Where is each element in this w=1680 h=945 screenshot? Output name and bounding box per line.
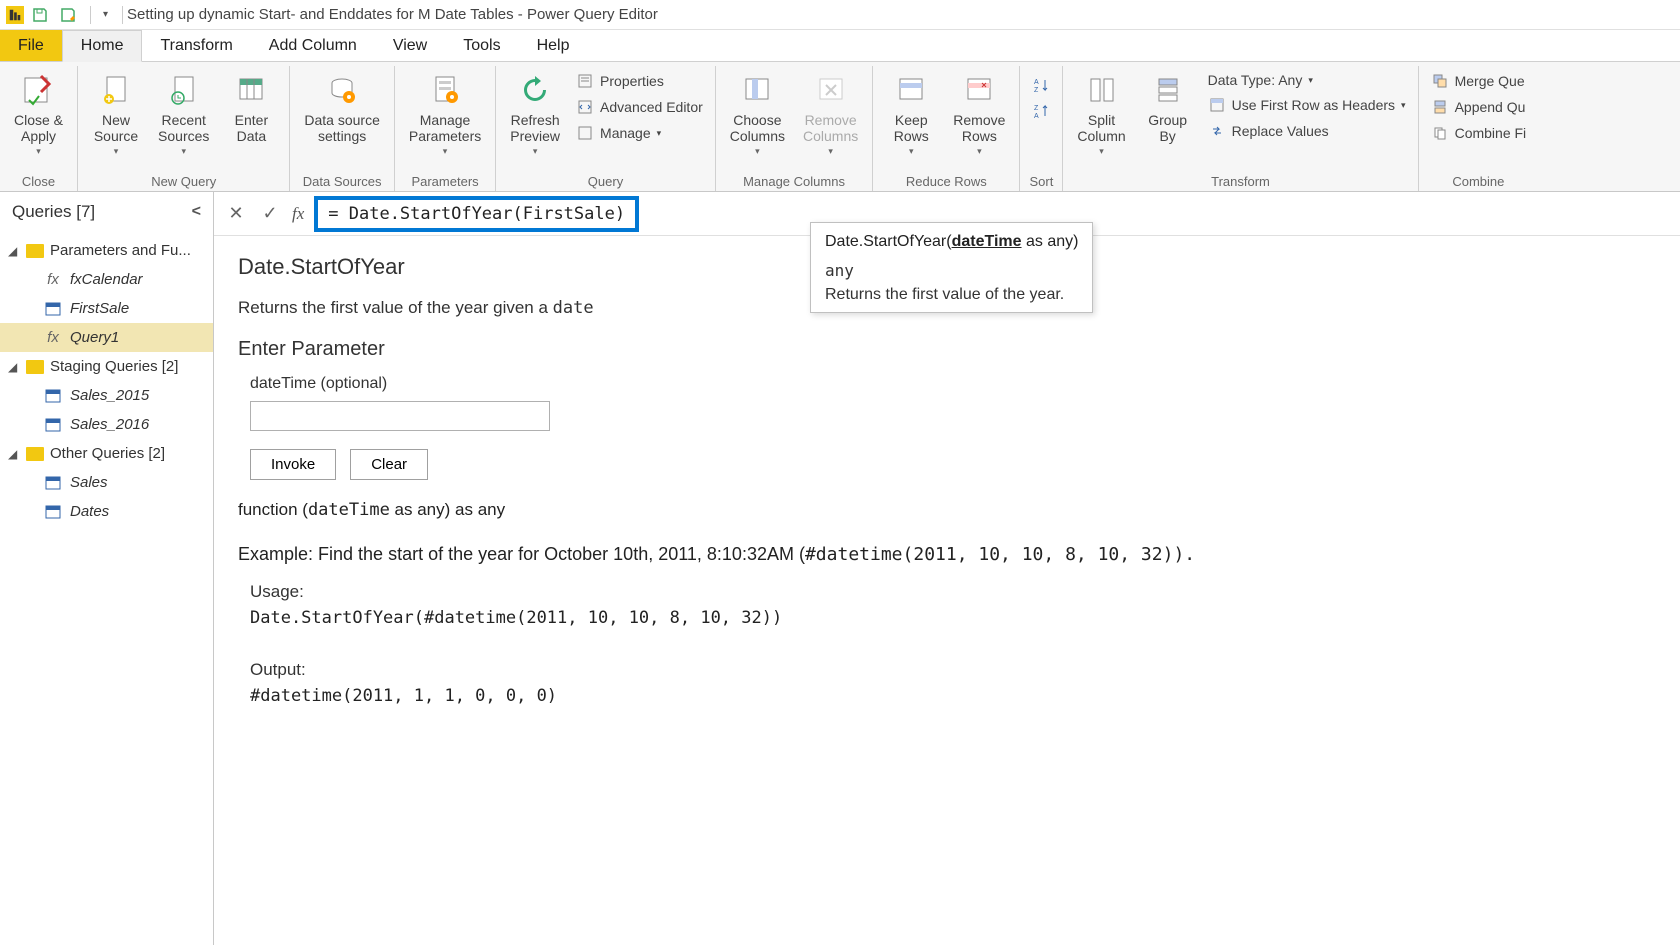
tab-view[interactable]: View	[375, 30, 445, 61]
tab-file[interactable]: File	[0, 30, 62, 61]
choose-columns-button[interactable]: Choose Columns▾	[724, 66, 791, 161]
refresh-preview-button[interactable]: Refresh Preview▾	[504, 66, 566, 161]
intellisense-tooltip: Date.StartOfYear(dateTime as any) any Re…	[810, 222, 1093, 313]
recent-sources-button[interactable]: Recent Sources▾	[152, 66, 215, 161]
window-title: Setting up dynamic Start- and Enddates f…	[127, 6, 658, 23]
usage-code: Date.StartOfYear(#datetime(2011, 10, 10,…	[250, 605, 1656, 631]
tab-tools[interactable]: Tools	[445, 30, 518, 61]
collapse-panel-icon[interactable]: <	[192, 203, 201, 221]
split-column-button[interactable]: Split Column▾	[1071, 66, 1131, 161]
data-type-button[interactable]: Data Type: Any ▾	[1204, 70, 1410, 90]
cancel-formula-icon[interactable]: ✕	[224, 202, 248, 226]
table-icon	[44, 475, 62, 491]
accept-formula-icon[interactable]: ✓	[258, 202, 282, 226]
tab-home[interactable]: Home	[62, 30, 143, 62]
close-apply-button[interactable]: Close & Apply ▾	[8, 66, 69, 161]
main-content: ✕ ✓ fx = Date.StartOfYear(FirstSale) Dat…	[214, 192, 1680, 945]
group-by-button[interactable]: Group By	[1138, 66, 1198, 148]
parameter-input[interactable]	[250, 401, 550, 431]
quick-access-toolbar: ▾	[30, 5, 108, 25]
sort-asc-button[interactable]: AZ	[1028, 74, 1054, 96]
table-icon	[44, 504, 62, 520]
svg-text:Z: Z	[1034, 105, 1039, 112]
remove-columns-button[interactable]: Remove Columns▾	[797, 66, 864, 161]
remove-rows-button[interactable]: Remove Rows▾	[947, 66, 1011, 161]
query-group-other[interactable]: ◢Other Queries [2]	[0, 439, 213, 468]
fx-icon: fx	[44, 330, 62, 346]
invoke-button[interactable]: Invoke	[250, 449, 336, 480]
replace-values-button[interactable]: Replace Values	[1204, 120, 1410, 142]
first-row-headers-button[interactable]: Use First Row as Headers ▾	[1204, 94, 1410, 116]
table-icon	[44, 417, 62, 433]
folder-icon	[26, 244, 44, 258]
fx-icon: fx	[44, 272, 62, 288]
param-label: dateTime (optional)	[250, 375, 1656, 393]
advanced-editor-button[interactable]: Advanced Editor	[572, 96, 707, 118]
sort-desc-button[interactable]: ZA	[1028, 100, 1054, 122]
output-code: #datetime(2011, 1, 1, 0, 0, 0)	[250, 683, 1656, 709]
query-item-dates[interactable]: Dates	[0, 497, 213, 526]
table-icon	[44, 301, 62, 317]
folder-icon	[26, 360, 44, 374]
enter-parameter-heading: Enter Parameter	[238, 338, 1656, 361]
properties-button[interactable]: Properties	[572, 70, 707, 92]
enter-data-button[interactable]: Enter Data	[221, 66, 281, 148]
data-source-settings-button[interactable]: Data source settings	[298, 66, 385, 148]
qat-dropdown-icon[interactable]: ▾	[103, 9, 108, 20]
tab-help[interactable]: Help	[519, 30, 588, 61]
folder-icon	[26, 447, 44, 461]
tab-add-column[interactable]: Add Column	[251, 30, 375, 61]
query-item-sales2015[interactable]: Sales_2015	[0, 381, 213, 410]
svg-text:A: A	[1034, 79, 1039, 86]
query-group-parameters[interactable]: ◢Parameters and Fu...	[0, 236, 213, 265]
query-item-sales2016[interactable]: Sales_2016	[0, 410, 213, 439]
function-signature: function (dateTime as any) as any	[238, 500, 1656, 520]
ribbon: Close & Apply ▾ Close New Source▾ Recent…	[0, 62, 1680, 192]
title-bar: ▾ Setting up dynamic Start- and Enddates…	[0, 0, 1680, 30]
example-heading: Example: Find the start of the year for …	[238, 544, 1656, 565]
ribbon-tabs: File Home Transform Add Column View Tool…	[0, 30, 1680, 62]
merge-queries-button[interactable]: Merge Que	[1427, 70, 1531, 92]
save-as-icon[interactable]	[58, 5, 78, 25]
table-icon	[44, 388, 62, 404]
queries-header: Queries [7]	[12, 202, 95, 222]
append-queries-button[interactable]: Append Qu	[1427, 96, 1531, 118]
function-doc-area: Date.StartOfYear Returns the first value…	[214, 236, 1680, 945]
queries-panel: Queries [7] < ◢Parameters and Fu... fxfx…	[0, 192, 214, 945]
svg-text:A: A	[1034, 113, 1039, 120]
manage-parameters-button[interactable]: Manage Parameters▾	[403, 66, 487, 161]
app-icon	[6, 6, 24, 24]
query-item-sales[interactable]: Sales	[0, 468, 213, 497]
query-group-staging[interactable]: ◢Staging Queries [2]	[0, 352, 213, 381]
new-source-button[interactable]: New Source▾	[86, 66, 146, 161]
output-label: Output:	[250, 657, 1656, 683]
query-item-firstsale[interactable]: FirstSale	[0, 294, 213, 323]
query-item-fxcalendar[interactable]: fxfxCalendar	[0, 265, 213, 294]
save-icon[interactable]	[30, 5, 50, 25]
manage-button[interactable]: Manage ▾	[572, 122, 707, 144]
usage-label: Usage:	[250, 579, 1656, 605]
query-item-query1[interactable]: fxQuery1	[0, 323, 213, 352]
fx-label-icon[interactable]: fx	[292, 204, 304, 224]
tab-transform[interactable]: Transform	[142, 30, 250, 61]
keep-rows-button[interactable]: Keep Rows▾	[881, 66, 941, 161]
combine-files-button[interactable]: Combine Fi	[1427, 122, 1531, 144]
formula-input[interactable]: = Date.StartOfYear(FirstSale)	[314, 196, 639, 232]
svg-text:Z: Z	[1034, 87, 1039, 94]
clear-button[interactable]: Clear	[350, 449, 428, 480]
